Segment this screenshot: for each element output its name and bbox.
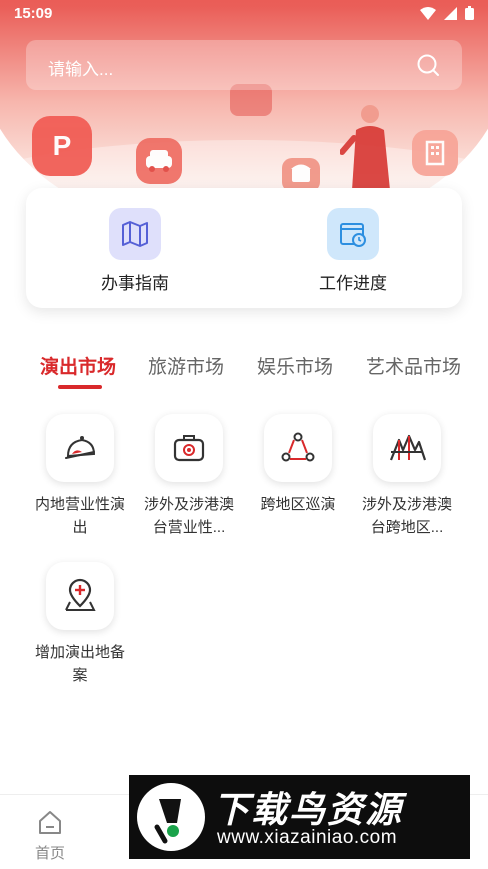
guide-label: 办事指南	[101, 274, 169, 293]
progress-label: 工作进度	[319, 274, 387, 293]
service-label: 涉外及涉港澳台营业性...	[143, 496, 234, 536]
progress-button[interactable]: 工作进度	[278, 208, 428, 294]
signal-icon	[444, 6, 457, 23]
service-label: 涉外及涉港澳台跨地区...	[361, 496, 452, 536]
wifi-icon	[420, 6, 436, 23]
nav-home-label: 首页	[34, 845, 65, 862]
service-label: 跨地区巡演	[260, 496, 336, 513]
watermark-url: www.xiazainiao.com	[217, 827, 398, 848]
location-add-icon	[46, 562, 114, 630]
service-foreign-commercial[interactable]: 涉外及涉港澳台营业性...	[139, 414, 239, 539]
service-label: 增加演出地备案	[34, 644, 125, 684]
watermark-title: 下载鸟资源	[213, 789, 404, 830]
status-icons	[420, 6, 474, 23]
service-cross-region-tour[interactable]: 跨地区巡演	[248, 414, 348, 516]
service-add-venue-filing[interactable]: 增加演出地备案	[30, 562, 130, 687]
briefcase-icon	[155, 414, 223, 482]
shop-icon	[282, 158, 320, 192]
tab-entertainment[interactable]: 娱乐市场	[257, 352, 333, 379]
stage-performance-icon	[46, 414, 114, 482]
battery-icon	[465, 6, 474, 23]
tab-tourism[interactable]: 旅游市场	[148, 352, 224, 379]
calendar-clock-icon	[327, 208, 379, 260]
person-illustration	[339, 100, 410, 190]
service-foreign-cross-region[interactable]: 涉外及涉港澳台跨地区...	[357, 414, 457, 539]
building-icon	[412, 130, 458, 176]
nav-home[interactable]: 首页	[28, 809, 72, 863]
home-icon	[37, 811, 63, 839]
map-guide-icon	[109, 208, 161, 260]
tour-nodes-icon	[264, 414, 332, 482]
bird-logo-icon	[137, 783, 205, 851]
car-icon	[136, 138, 182, 184]
status-time: 15:09	[14, 5, 53, 22]
mountain-stage-icon	[373, 414, 441, 482]
guide-button[interactable]: 办事指南	[60, 208, 210, 294]
active-tab-indicator	[58, 385, 102, 389]
service-label: 内地营业性演出	[34, 496, 125, 536]
search-input[interactable]: 请输入...	[48, 55, 113, 80]
service-domestic-performance[interactable]: 内地营业性演出	[30, 414, 130, 539]
parking-icon: P	[32, 116, 92, 176]
tab-performance[interactable]: 演出市场	[40, 352, 116, 379]
watermark-banner: 下载鸟资源 www.xiazainiao.com	[129, 775, 470, 859]
status-bar: 15:09	[0, 0, 488, 28]
search-icon[interactable]	[416, 53, 440, 77]
tab-art[interactable]: 艺术品市场	[366, 352, 461, 379]
search-bar[interactable]: 请输入...	[26, 40, 462, 90]
quick-actions-card: 办事指南 工作进度	[26, 188, 462, 308]
